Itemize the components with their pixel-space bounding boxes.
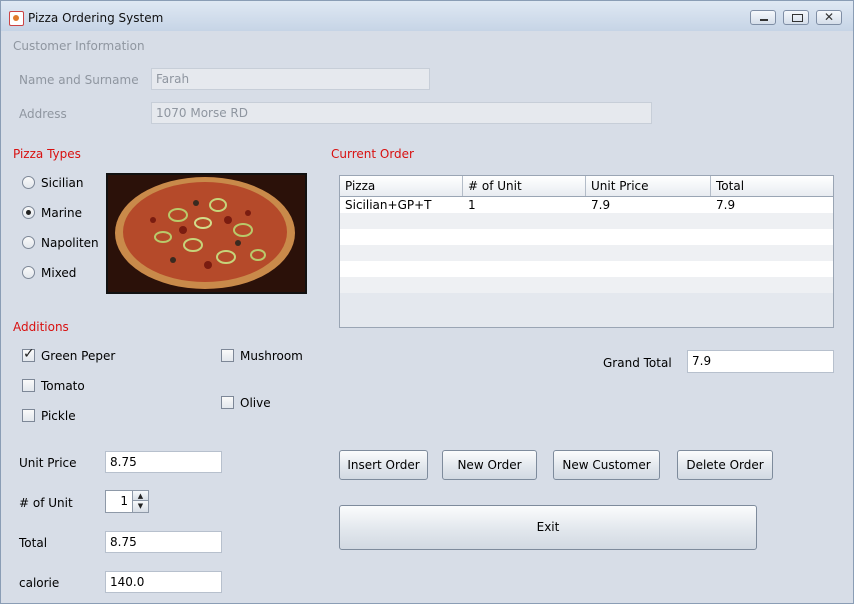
insert-order-button[interactable]: Insert Order — [339, 450, 428, 480]
radio-mixed[interactable] — [22, 266, 35, 279]
window-title: Pizza Ordering System — [28, 11, 164, 25]
name-label: Name and Surname — [19, 73, 139, 87]
checkbox-green-peper[interactable] — [22, 346, 35, 362]
checkbox-pickle-label[interactable]: Pickle — [41, 409, 76, 423]
checkbox-tomato[interactable] — [22, 379, 35, 392]
units-spinner[interactable]: 1 ▲ ▼ — [105, 490, 149, 513]
minimize-button[interactable] — [750, 10, 776, 25]
grand-total-field[interactable]: 7.9 — [687, 350, 834, 373]
spinner-down-icon[interactable]: ▼ — [132, 501, 148, 512]
pizza-types-label: Pizza Types — [13, 147, 81, 161]
maximize-icon — [792, 14, 803, 22]
exit-button[interactable]: Exit — [339, 505, 757, 550]
minimize-icon — [760, 19, 768, 21]
table-empty-row — [340, 229, 833, 245]
table-empty-row — [340, 245, 833, 261]
checkbox-tomato-label[interactable]: Tomato — [41, 379, 85, 393]
grand-total-label: Grand Total — [603, 356, 672, 370]
checkbox-olive[interactable] — [221, 396, 234, 409]
calorie-field[interactable]: 140.0 — [105, 571, 222, 593]
column-header-units[interactable]: # of Unit — [463, 176, 586, 196]
table-empty-row — [340, 277, 833, 293]
units-value[interactable]: 1 — [120, 494, 128, 508]
radio-sicilian[interactable] — [22, 176, 35, 189]
checkbox-olive-label[interactable]: Olive — [240, 396, 271, 410]
checkbox-green-peper-label[interactable]: Green Peper — [41, 349, 115, 363]
radio-mixed-label[interactable]: Mixed — [41, 266, 76, 280]
unit-price-label: Unit Price — [19, 456, 77, 470]
table-empty-row — [340, 261, 833, 277]
column-header-pizza[interactable]: Pizza — [340, 176, 463, 196]
checkbox-mushroom[interactable] — [221, 349, 234, 362]
name-field[interactable]: Farah — [151, 68, 430, 90]
table-empty-area — [340, 293, 833, 327]
new-order-button[interactable]: New Order — [442, 450, 537, 480]
column-header-unit-price[interactable]: Unit Price — [586, 176, 711, 196]
java-app-icon — [9, 11, 24, 26]
maximize-button[interactable] — [783, 10, 809, 25]
delete-order-button[interactable]: Delete Order — [677, 450, 773, 480]
close-button[interactable]: ✕ — [816, 10, 842, 25]
checkbox-mushroom-label[interactable]: Mushroom — [240, 349, 303, 363]
radio-napoliten-label[interactable]: Napoliten — [41, 236, 99, 250]
title-bar[interactable]: Pizza Ordering System ✕ — [1, 1, 853, 31]
total-field[interactable]: 8.75 — [105, 531, 222, 553]
cell-unit-price: 7.9 — [591, 198, 611, 212]
total-label: Total — [19, 536, 48, 550]
app-window: Pizza Ordering System ✕ Customer Informa… — [0, 0, 854, 604]
address-label: Address — [19, 107, 67, 121]
additions-label: Additions — [13, 320, 69, 334]
cell-pizza: Sicilian+GP+T — [345, 198, 432, 212]
spinner-up-icon[interactable]: ▲ — [132, 491, 148, 501]
order-table[interactable]: Pizza # of Unit Unit Price Total Sicilia… — [339, 175, 834, 328]
pizza-image — [106, 173, 307, 294]
main-panel: Customer Information Name and Surname Fa… — [1, 31, 853, 603]
radio-sicilian-label[interactable]: Sicilian — [41, 176, 84, 190]
calorie-label: calorie — [19, 576, 60, 590]
current-order-label: Current Order — [331, 147, 414, 161]
close-icon: ✕ — [824, 10, 835, 24]
radio-napoliten[interactable] — [22, 236, 35, 249]
table-empty-row — [340, 213, 833, 229]
checkbox-pickle[interactable] — [22, 409, 35, 422]
units-label: # of Unit — [19, 496, 73, 510]
cell-total: 7.9 — [716, 198, 736, 212]
cell-units: 1 — [468, 198, 476, 212]
radio-marine-label[interactable]: Marine — [41, 206, 82, 220]
unit-price-field[interactable]: 8.75 — [105, 451, 222, 473]
table-row[interactable]: Sicilian+GP+T 1 7.9 7.9 — [340, 197, 833, 213]
customer-section-label: Customer Information — [13, 39, 145, 53]
radio-marine[interactable] — [22, 206, 35, 219]
column-header-total[interactable]: Total — [711, 176, 833, 196]
new-customer-button[interactable]: New Customer — [553, 450, 660, 480]
order-table-header: Pizza # of Unit Unit Price Total — [340, 176, 833, 197]
address-field[interactable]: 1070 Morse RD — [151, 102, 652, 124]
